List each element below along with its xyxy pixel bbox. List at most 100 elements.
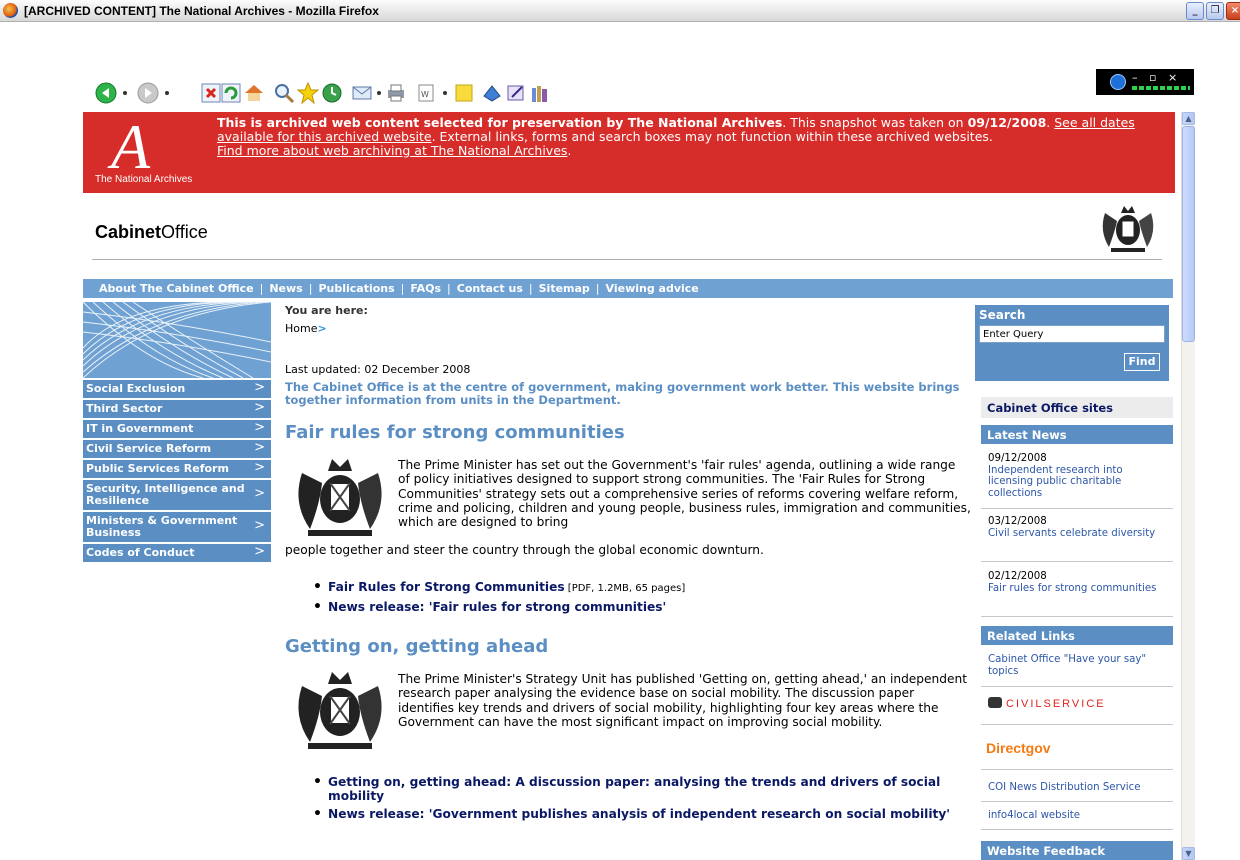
cabinet-office-logo[interactable]: CabinetOffice [95, 222, 208, 243]
search-icon[interactable] [272, 80, 296, 106]
chevron-right-icon: > [254, 400, 265, 415]
civil-service-logo[interactable]: CIVILSERVICE [988, 697, 1106, 710]
edit-icon[interactable] [504, 80, 528, 106]
back-dropdown-icon[interactable] [120, 80, 130, 106]
print-icon[interactable] [384, 80, 408, 106]
divider [981, 829, 1173, 830]
chevron-right-icon: > [254, 380, 265, 395]
nav-item-faqs[interactable]: FAQs [410, 282, 441, 295]
sidebar-item-it-government[interactable]: IT in Government > [83, 420, 271, 438]
sidebar-item-label: Civil Service Reform [86, 442, 212, 455]
sidebar-item-security[interactable]: Security, Intelligence and Resilience > [83, 480, 271, 510]
mail-dropdown-icon[interactable] [374, 80, 384, 106]
fair-rules-pdf-link[interactable]: Fair Rules for Strong Communities [328, 580, 565, 594]
nav-separator: | [528, 282, 533, 295]
go-icon[interactable] [1110, 74, 1126, 90]
mini-window-controls[interactable]: – ▫ × [1132, 71, 1181, 84]
stop-icon[interactable] [200, 80, 222, 106]
section-links: Fair Rules for Strong Communities [PDF, … [313, 580, 963, 618]
news-date: 09/12/2008 [988, 453, 1047, 464]
nav-item-viewing-advice[interactable]: Viewing advice [606, 282, 699, 295]
national-archives-logo-text: The National Archives [95, 174, 193, 185]
sidebar-item-third-sector[interactable]: Third Sector > [83, 400, 271, 418]
firefox-icon [3, 3, 18, 18]
info4local-link[interactable]: info4local website [988, 810, 1080, 822]
discussion-paper-link[interactable]: Getting on, getting ahead: A discussion … [328, 775, 940, 803]
news-link[interactable]: Fair rules for strong communities [988, 583, 1168, 595]
search-input[interactable] [979, 325, 1165, 343]
civil-service-text: CIVILSERVICE [1006, 698, 1106, 710]
sidebar-item-label: Codes of Conduct [86, 546, 195, 559]
royal-crest-icon [1102, 206, 1154, 252]
scroll-thumb[interactable] [1182, 126, 1195, 342]
royal-crest-icon [298, 672, 382, 749]
bookmark-star-icon[interactable] [296, 80, 320, 106]
divider [981, 769, 1173, 770]
sidebar-item-label: Public Services Reform [86, 462, 229, 475]
home-icon[interactable] [242, 80, 266, 106]
coi-news-link[interactable]: COI News Distribution Service [988, 782, 1140, 794]
archive-message-bold: This is archived web content selected fo… [217, 115, 783, 130]
sidebar-item-civil-service-reform[interactable]: Civil Service Reform > [83, 440, 271, 458]
page-icon[interactable]: W [414, 80, 438, 106]
fair-rules-news-link[interactable]: News release: 'Fair rules for strong com… [328, 600, 666, 614]
have-your-say-link[interactable]: Cabinet Office "Have your say" topics [988, 654, 1168, 677]
reload-icon[interactable] [220, 80, 242, 106]
nav-item-news[interactable]: News [269, 282, 302, 295]
news-link[interactable]: Independent research into licensing publ… [988, 465, 1168, 500]
back-icon[interactable] [94, 80, 118, 106]
news-item[interactable]: 09/12/2008 Independent research into lic… [988, 453, 1168, 499]
sidebar-item-label: Ministers & Government Business [86, 514, 238, 539]
cabinet-office-sites-heading[interactable]: Cabinet Office sites [981, 397, 1173, 418]
news-item[interactable]: 02/12/2008 Fair rules for strong communi… [988, 571, 1168, 594]
scroll-up-icon[interactable]: ▲ [1182, 112, 1195, 125]
tools-icon[interactable] [480, 80, 504, 106]
progress-dots [1132, 86, 1190, 90]
forward-dropdown-icon[interactable] [162, 80, 172, 106]
find-more-link[interactable]: Find more about web archiving at The Nat… [217, 143, 567, 158]
note-icon[interactable] [452, 80, 476, 106]
nav-item-sitemap[interactable]: Sitemap [539, 282, 590, 295]
intro-text: The Cabinet Office is at the centre of g… [285, 380, 960, 407]
section-paragraph: The Prime Minister has set out the Gover… [398, 458, 971, 530]
sidebar-item-label: Third Sector [86, 402, 163, 415]
section-heading-fair-rules: Fair rules for strong communities [285, 422, 625, 443]
list-item: Fair Rules for Strong Communities [PDF, … [313, 580, 963, 596]
breadcrumb: Home> [285, 322, 327, 335]
forward-icon[interactable] [136, 80, 160, 106]
library-icon[interactable] [528, 80, 552, 106]
sidebar-item-ministers[interactable]: Ministers & Government Business > [83, 512, 271, 542]
vertical-scrollbar[interactable]: ▲ ▼ [1181, 112, 1195, 860]
website-feedback-heading[interactable]: Website Feedback [981, 841, 1173, 860]
nav-item-contact[interactable]: Contact us [457, 282, 523, 295]
main-nav: About The Cabinet Office | News | Publicat… [83, 279, 1173, 298]
sidebar-item-social-exclusion[interactable]: Social Exclusion > [83, 380, 271, 398]
search-label: Search [979, 308, 1026, 322]
minimize-button[interactable]: _ [1186, 2, 1204, 20]
find-button[interactable]: Find [1124, 353, 1160, 371]
maximize-button[interactable]: ❐ [1206, 2, 1224, 20]
snapshot-date: 09/12/2008 [967, 115, 1047, 130]
mobility-news-link[interactable]: News release: 'Government publishes anal… [328, 807, 950, 821]
news-link[interactable]: Civil servants celebrate diversity [988, 528, 1168, 540]
archive-message-text: . This snapshot was taken on [782, 115, 968, 130]
nav-item-about[interactable]: About The Cabinet Office [99, 282, 254, 295]
directgov-logo[interactable]: Directgov [986, 740, 1051, 756]
history-icon[interactable] [320, 80, 344, 106]
close-button[interactable]: × [1226, 2, 1240, 20]
divider [981, 508, 1173, 509]
royal-crest-icon [298, 459, 382, 536]
sidebar-item-codes-of-conduct[interactable]: Codes of Conduct > [83, 544, 271, 562]
breadcrumb-home-link[interactable]: Home [285, 322, 317, 335]
archive-message: This is archived web content selected fo… [217, 116, 1167, 158]
national-archives-logo[interactable]: A [111, 110, 150, 184]
scroll-down-icon[interactable]: ▼ [1182, 847, 1195, 860]
news-item[interactable]: 03/12/2008 Civil servants celebrate dive… [988, 516, 1168, 539]
page-dropdown-icon[interactable] [440, 80, 450, 106]
news-date: 02/12/2008 [988, 571, 1047, 582]
nav-item-publications[interactable]: Publications [318, 282, 394, 295]
divider [981, 724, 1173, 725]
mail-icon[interactable] [350, 80, 374, 106]
sidebar-item-public-services-reform[interactable]: Public Services Reform > [83, 460, 271, 478]
window-titlebar: [ARCHIVED CONTENT] The National Archives… [0, 0, 1240, 22]
